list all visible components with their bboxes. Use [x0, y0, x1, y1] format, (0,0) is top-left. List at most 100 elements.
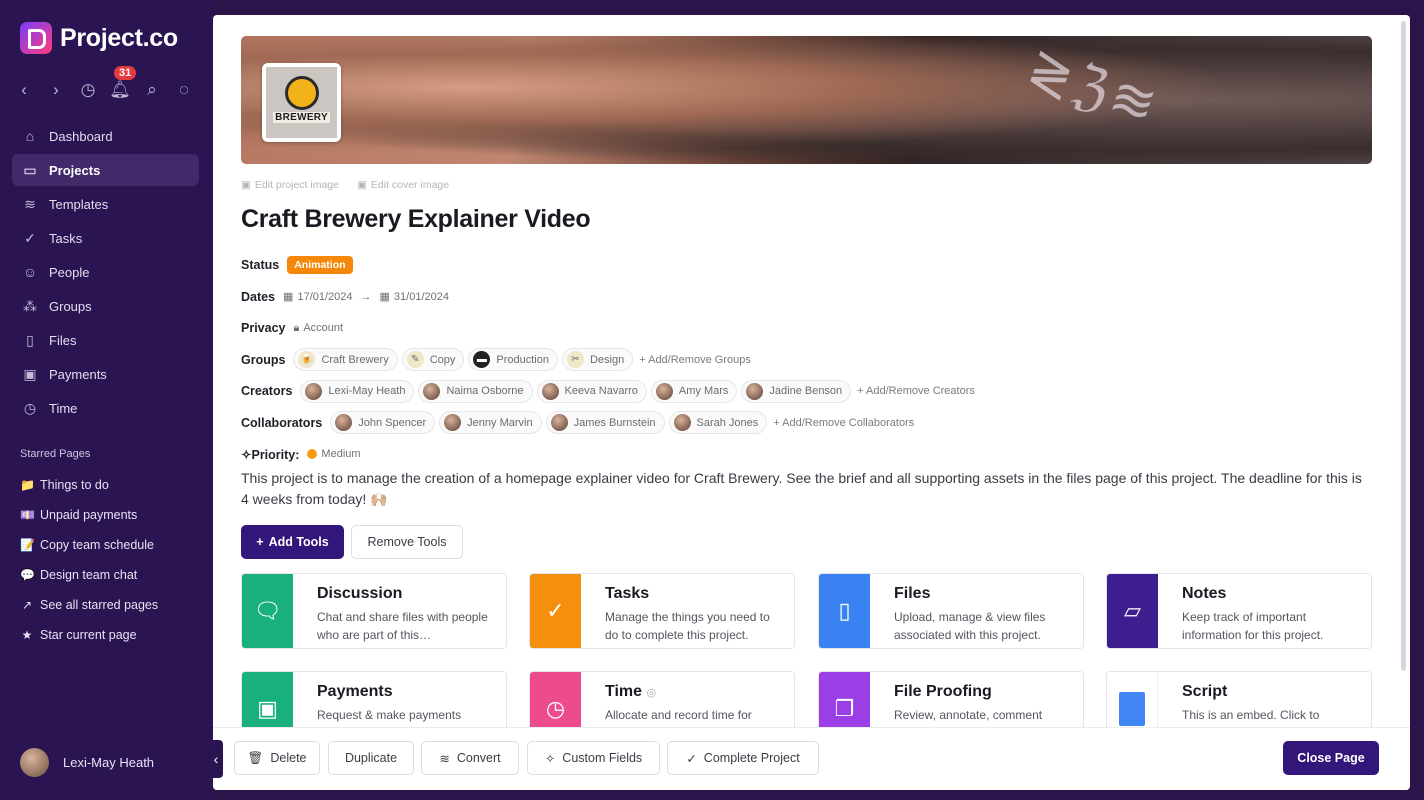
starred-item[interactable]: 📝 Copy team schedule — [20, 530, 200, 560]
add-tools-button[interactable]: + Add Tools — [241, 525, 344, 559]
edit-cover-image-link[interactable]: ▣ Edit cover image — [357, 179, 449, 191]
creators-label: Creators — [241, 384, 293, 399]
project-description[interactable]: This project is to manage the creation o… — [241, 468, 1371, 510]
starred-item[interactable]: 💬 Design team chat — [20, 560, 200, 590]
collapse-sidebar-chevron-icon[interactable]: ‹ — [213, 740, 223, 778]
nav-item-people[interactable]: ☺ People — [12, 256, 199, 288]
group-avatar: ▬ — [473, 351, 491, 369]
end-date[interactable]: ▦ 31/01/2024 — [380, 290, 449, 304]
add-remove-groups-link[interactable]: + Add/Remove Groups — [639, 354, 751, 366]
nav-item-groups[interactable]: ⁂ Groups — [12, 290, 199, 322]
forward-icon[interactable]: › — [46, 78, 66, 102]
avatar — [673, 414, 691, 432]
nav-item-tasks[interactable]: ✓ Tasks — [12, 222, 199, 254]
project-properties: Status Animation Dates ▦ 17/01/2024 → ▦ 31… — [241, 251, 975, 472]
sidebar: Project.co ‹ › ◷ 🔔︎ 31 ⌕ ◌ ⌂ Dashboard ▭ P… — [0, 0, 212, 800]
avatar — [541, 382, 559, 400]
image-icon: ▣ — [241, 179, 251, 191]
tool-card-tasks[interactable]: ✓ Tasks Manage the things you need to do… — [529, 573, 795, 649]
starred-list: 📁 Things to do 💷 Unpaid payments 📝 Copy tea… — [20, 470, 200, 650]
timer-icon[interactable]: ◷ — [78, 78, 98, 102]
nav-item-projects[interactable]: ▭ Projects — [12, 154, 199, 186]
tool-description: Upload, manage & view files associated w… — [894, 610, 1046, 642]
logo[interactable]: Project.co — [20, 22, 178, 54]
user-profile[interactable]: Lexi-May Heath — [20, 748, 154, 777]
group-avatar: 🍺 — [298, 351, 316, 369]
nav-item-time[interactable]: ◷ Time — [12, 392, 199, 424]
lock-icon: 🔒︎ — [293, 321, 300, 334]
edit-project-image-link[interactable]: ▣ Edit project image — [241, 179, 339, 191]
tool-description: Keep track of important information for … — [1182, 610, 1324, 642]
back-icon[interactable]: ‹ — [14, 78, 34, 102]
groups-row: Groups 🍺 Craft Brewery ✎ Copy ▬ Production … — [241, 346, 975, 375]
person-chip[interactable]: Amy Mars — [650, 379, 738, 403]
note-icon: ▱ — [1107, 574, 1158, 648]
nav-item-label: Templates — [49, 196, 109, 212]
tool-card-notes[interactable]: ▱ Notes Keep track of important informat… — [1106, 573, 1372, 649]
groups-label: Groups — [241, 352, 286, 367]
cover-scribble: ≷ℨ≋ — [1019, 36, 1169, 139]
hidden-eye-icon: ◎ — [646, 687, 657, 699]
group-chip[interactable]: ▬ Production — [468, 348, 558, 372]
speech-bubble-icon: 💬 — [20, 568, 35, 582]
starred-item[interactable]: 💷 Unpaid payments — [20, 500, 200, 530]
starred-item-label: Things to do — [40, 478, 109, 492]
nav-item-dashboard[interactable]: ⌂ Dashboard — [12, 120, 199, 152]
nav-item-files[interactable]: ▯ Files — [12, 324, 199, 356]
person-chip[interactable]: Keeva Navarro — [536, 379, 647, 403]
project-image-text: BREWERY — [273, 112, 330, 123]
person-chip[interactable]: James Burnstein — [545, 411, 665, 435]
tool-name: Payments — [317, 683, 393, 700]
nav-item-templates[interactable]: ≋ Templates — [12, 188, 199, 220]
nav-menu: ⌂ Dashboard ▭ Projects ≋ Templates ✓ Tasks ☺… — [12, 120, 199, 426]
folder-icon: 📁 — [20, 478, 35, 492]
priority-label: ✧Priority: — [241, 447, 300, 462]
person-chip[interactable]: Sarah Jones — [668, 411, 768, 435]
custom-fields-button[interactable]: ✧ Custom Fields — [527, 741, 660, 775]
group-chip[interactable]: ✂ Design — [561, 348, 634, 372]
remove-tools-button[interactable]: Remove Tools — [351, 525, 463, 559]
duplicate-button[interactable]: Duplicate — [328, 741, 414, 775]
close-page-button[interactable]: Close Page — [1283, 741, 1379, 775]
avatar — [746, 382, 764, 400]
tool-description: Review, annotate, comment — [894, 708, 1043, 722]
group-chip[interactable]: ✎ Copy — [401, 348, 465, 372]
complete-project-button[interactable]: ✓ Complete Project — [667, 741, 819, 775]
see-all-starred-link[interactable]: ↗ See all starred pages — [20, 590, 200, 620]
tool-card-discussion[interactable]: 🗨︎ Discussion Chat and share files with … — [241, 573, 507, 649]
status-badge[interactable]: Animation — [287, 256, 353, 275]
person-chip[interactable]: Lexi-May Heath — [300, 379, 415, 403]
add-remove-collaborators-link[interactable]: + Add/Remove Collaborators — [773, 417, 914, 429]
start-date[interactable]: ▦ 17/01/2024 — [283, 290, 352, 304]
star-current-page-button[interactable]: ★ Star current page — [20, 620, 200, 650]
sparkle-icon: ✧ — [544, 751, 556, 766]
avatar — [444, 414, 462, 432]
dates-row: Dates ▦ 17/01/2024 → ▦ 31/01/2024 — [241, 283, 975, 312]
starred-item-label: See all starred pages — [40, 598, 159, 612]
loading-icon[interactable]: ◌ — [174, 78, 194, 102]
person-chip[interactable]: Jadine Benson — [741, 379, 852, 403]
stopwatch-icon: ◷ — [23, 399, 37, 416]
page-title[interactable]: Craft Brewery Explainer Video — [241, 205, 591, 234]
person-chip[interactable]: Naima Osborne — [418, 379, 533, 403]
avatar — [305, 382, 323, 400]
project-image[interactable]: BREWERY — [262, 63, 341, 142]
group-chip[interactable]: 🍺 Craft Brewery — [293, 348, 398, 372]
convert-button[interactable]: ≋ Convert — [421, 741, 519, 775]
tool-name: Discussion — [317, 585, 403, 602]
privacy-value[interactable]: 🔒︎ Account — [293, 322, 343, 335]
person-chip[interactable]: Jenny Marvin — [439, 411, 542, 435]
delete-button[interactable]: 🗑︎ Delete — [234, 741, 320, 775]
priority-value[interactable]: Medium — [307, 448, 361, 460]
dates-label: Dates — [241, 289, 276, 304]
tool-name: Script — [1182, 683, 1228, 700]
tool-card-files[interactable]: ▯ Files Upload, manage & view files asso… — [818, 573, 1084, 649]
nav-item-payments[interactable]: ▣ Payments — [12, 358, 199, 390]
scrollbar[interactable] — [1401, 21, 1406, 671]
bell-icon[interactable]: 🔔︎ 31 — [109, 66, 137, 102]
search-icon[interactable]: ⌕ — [142, 78, 162, 102]
starred-item[interactable]: 📁 Things to do — [20, 470, 200, 500]
add-remove-creators-link[interactable]: + Add/Remove Creators — [857, 385, 975, 397]
cover-image: ≷ℨ≋ — [241, 36, 1372, 164]
person-chip[interactable]: John Spencer — [330, 411, 436, 435]
